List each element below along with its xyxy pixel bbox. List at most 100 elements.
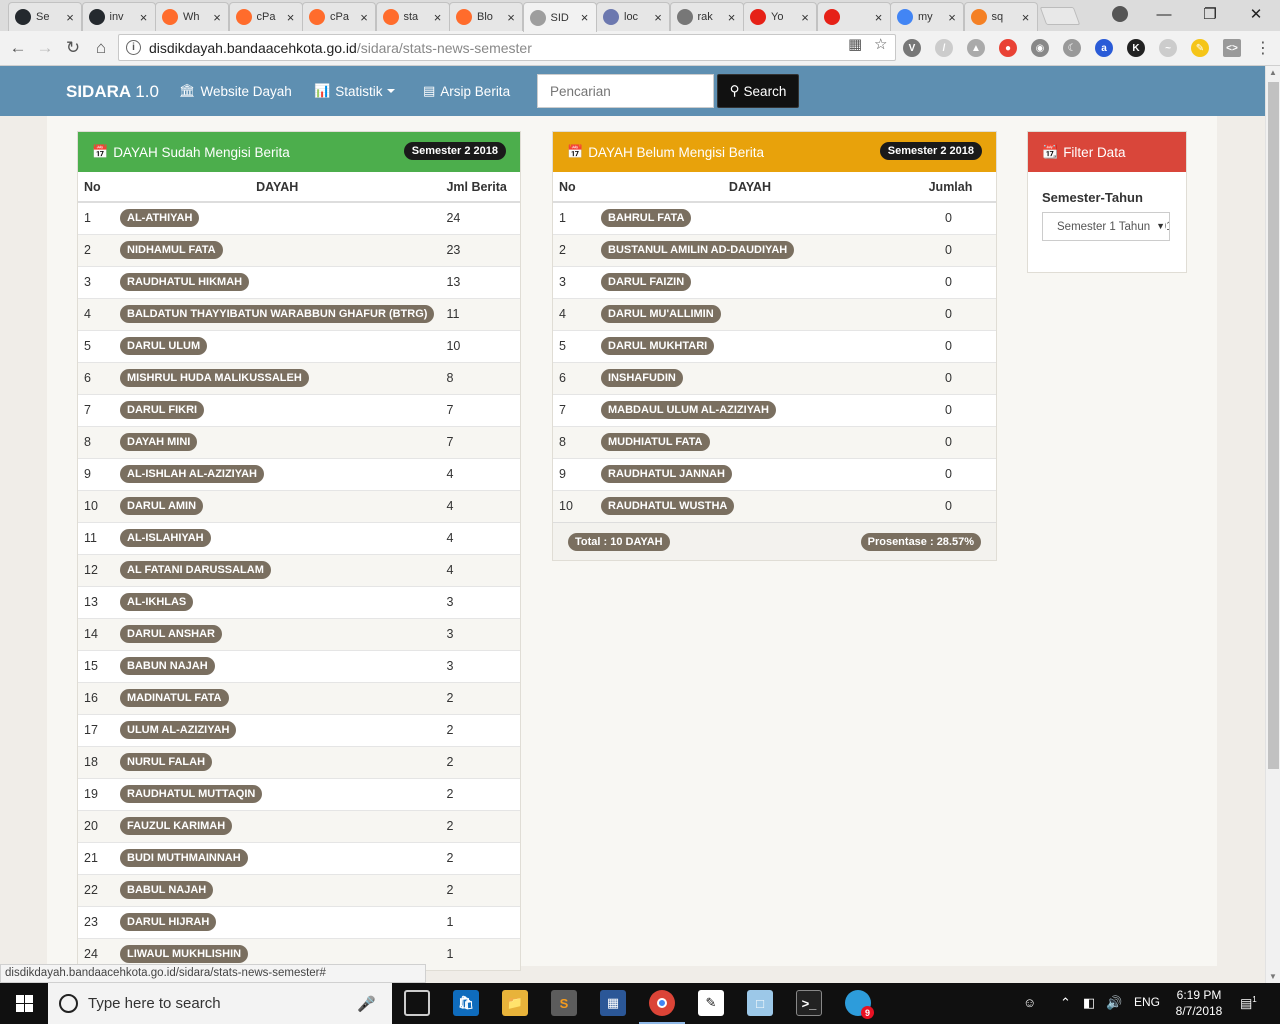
browser-tab[interactable]: cPa × [302,2,376,31]
store-icon[interactable]: 🛍 [453,990,479,1016]
news-count: 24 [440,201,520,234]
extension-moon-icon[interactable]: ☾ [1063,39,1081,57]
windows-taskbar: Type here to search 🎤 🛍 📁 S ▦ ✎ □ >_ 9 ☺… [0,983,1280,1024]
tab-close-icon[interactable]: × [651,10,665,25]
browser-tab[interactable]: Yo × [743,2,817,31]
new-tab-button[interactable] [1039,7,1081,25]
extension-pen-icon[interactable]: / [935,39,953,57]
task-view-icon[interactable] [404,990,430,1016]
file-explorer-icon[interactable]: 📁 [502,990,528,1016]
browser-tab[interactable]: cPa × [228,2,303,31]
extension-a-icon[interactable]: a [1095,39,1113,57]
nav-statistik-dropdown[interactable]: 📊 Statistik [314,83,396,99]
search-input[interactable] [537,74,714,108]
chrome-menu-icon[interactable]: ⋮ [1252,37,1274,59]
nav-arsip-berita[interactable]: ▤ Arsip Berita [423,83,510,99]
extension-leaf-icon[interactable]: ~ [1159,39,1177,57]
tab-close-icon[interactable]: × [1019,10,1033,25]
tab-close-icon[interactable]: × [431,10,445,25]
extension-k-icon[interactable]: K [1127,39,1145,57]
extension-code-icon[interactable]: <> [1223,39,1241,57]
stackoverflow-icon [970,9,987,25]
extension-v-icon[interactable]: V [903,39,921,57]
volume-icon[interactable]: 🔊 [1106,995,1122,1011]
panel-empty-title: DAYAH Belum Mengisi Berita [588,144,764,160]
notes-app-icon[interactable]: □ [747,990,773,1016]
extension-drive-icon[interactable]: ▲ [967,39,985,57]
tab-close-icon[interactable]: × [725,10,739,25]
browser-tab[interactable]: × [816,2,891,31]
semester-year-select[interactable]: Semester 1 Tahun 2018 ▼ [1042,212,1170,241]
profile-icon[interactable] [1112,6,1128,22]
scrollbar-thumb[interactable] [1268,82,1279,769]
dayah-name-badge: AL-ISHLAH AL-AZIZIYAH [120,465,264,483]
browser-tab[interactable]: sta × [375,2,450,31]
taskbar-search[interactable]: Type here to search 🎤 [48,983,392,1024]
scroll-down-icon[interactable]: ▼ [1269,972,1277,981]
start-button[interactable] [0,983,48,1024]
tab-close-icon[interactable]: × [798,10,812,25]
tab-close-icon[interactable]: × [137,10,151,25]
browser-tab[interactable]: sq × [963,2,1038,31]
site-brand[interactable]: SIDARA 1.0 [66,82,159,102]
extension-pencil-icon[interactable]: ✎ [1191,39,1209,57]
extension-color-icon[interactable]: ● [999,39,1017,57]
table-row: 12 AL FATANI DARUSSALAM 4 [78,553,520,586]
info-icon[interactable]: i [126,40,141,55]
row-number: 12 [78,553,114,586]
sticky-notes-icon[interactable]: ✎ [698,990,724,1016]
action-center-icon[interactable]: ▤1 [1240,995,1257,1011]
tab-close-icon[interactable]: × [63,10,77,25]
system-clock[interactable]: 6:19 PM 8/7/2018 [1170,987,1228,1019]
reload-icon[interactable]: ↻ [62,37,84,59]
minimize-button[interactable]: — [1141,0,1187,28]
cpanel-icon [309,9,325,25]
browser-tab[interactable]: Blo × [449,2,523,31]
search-button[interactable]: ⚲ Search [717,74,799,108]
mail-app-icon[interactable]: 9 [845,990,874,1019]
microphone-icon[interactable]: 🎤 [357,995,376,1013]
page-scrollbar[interactable]: ▲ ▼ [1265,66,1280,983]
panel-empty-header: 📅 DAYAH Belum Mengisi Berita Semester 2 … [553,132,996,172]
language-indicator[interactable]: ENG [1134,995,1160,1009]
back-icon[interactable]: ← [7,37,29,59]
terminal-icon[interactable]: >_ [796,990,822,1016]
chrome-icon[interactable] [639,990,685,1024]
nav-website-dayah[interactable]: 🏛 Website Dayah [179,83,292,99]
tab-close-icon[interactable]: × [210,10,224,25]
tab-close-icon[interactable]: × [504,10,518,25]
panel-filter: 📆 Filter Data Semester-Tahun Semester 1 … [1027,131,1187,273]
address-bar[interactable]: i disdikdayah.bandaacehkota.go.id/sidara… [118,34,896,61]
browser-tab[interactable]: inv × [81,2,156,31]
extension-camera-icon[interactable]: ◉ [1031,39,1049,57]
sublime-text-icon[interactable]: S [551,990,577,1016]
browser-tab[interactable]: Wh × [155,2,229,31]
browser-tab[interactable]: rak × [669,2,744,31]
row-number: 3 [553,265,595,298]
scroll-up-icon[interactable]: ▲ [1269,68,1277,77]
tab-close-icon[interactable]: × [284,10,298,25]
maximize-button[interactable]: ❐ [1187,0,1233,28]
translate-icon[interactable]: ▦ [848,35,862,53]
browser-tab[interactable]: Se × [8,2,82,31]
news-count: 10 [440,329,520,362]
home-icon[interactable]: ⌂ [90,37,112,59]
tray-chevron-icon[interactable]: ⌃ [1060,995,1071,1011]
row-number: 14 [78,617,114,650]
dayah-name-badge: DARUL FIKRI [120,401,205,419]
bookmark-star-icon[interactable]: ☆ [874,35,887,53]
network-icon[interactable]: ◧ [1083,995,1095,1011]
forward-icon[interactable]: → [34,37,56,59]
row-number: 20 [78,809,114,842]
tab-close-icon[interactable]: × [357,10,371,25]
tab-close-icon[interactable]: × [945,10,959,25]
window-close-button[interactable]: ✕ [1233,0,1279,28]
browser-tab[interactable]: my × [890,2,964,31]
tab-close-icon[interactable]: × [872,10,886,25]
tab-close-icon[interactable]: × [578,10,592,25]
apps-grid-icon[interactable]: ▦ [600,990,626,1016]
browser-tab[interactable]: SID × [522,2,597,32]
people-icon[interactable]: ☺ [1023,995,1036,1010]
browser-tab[interactable]: loc × [596,2,670,31]
dayah-name-badge: AL-ISLAHIYAH [120,529,211,547]
